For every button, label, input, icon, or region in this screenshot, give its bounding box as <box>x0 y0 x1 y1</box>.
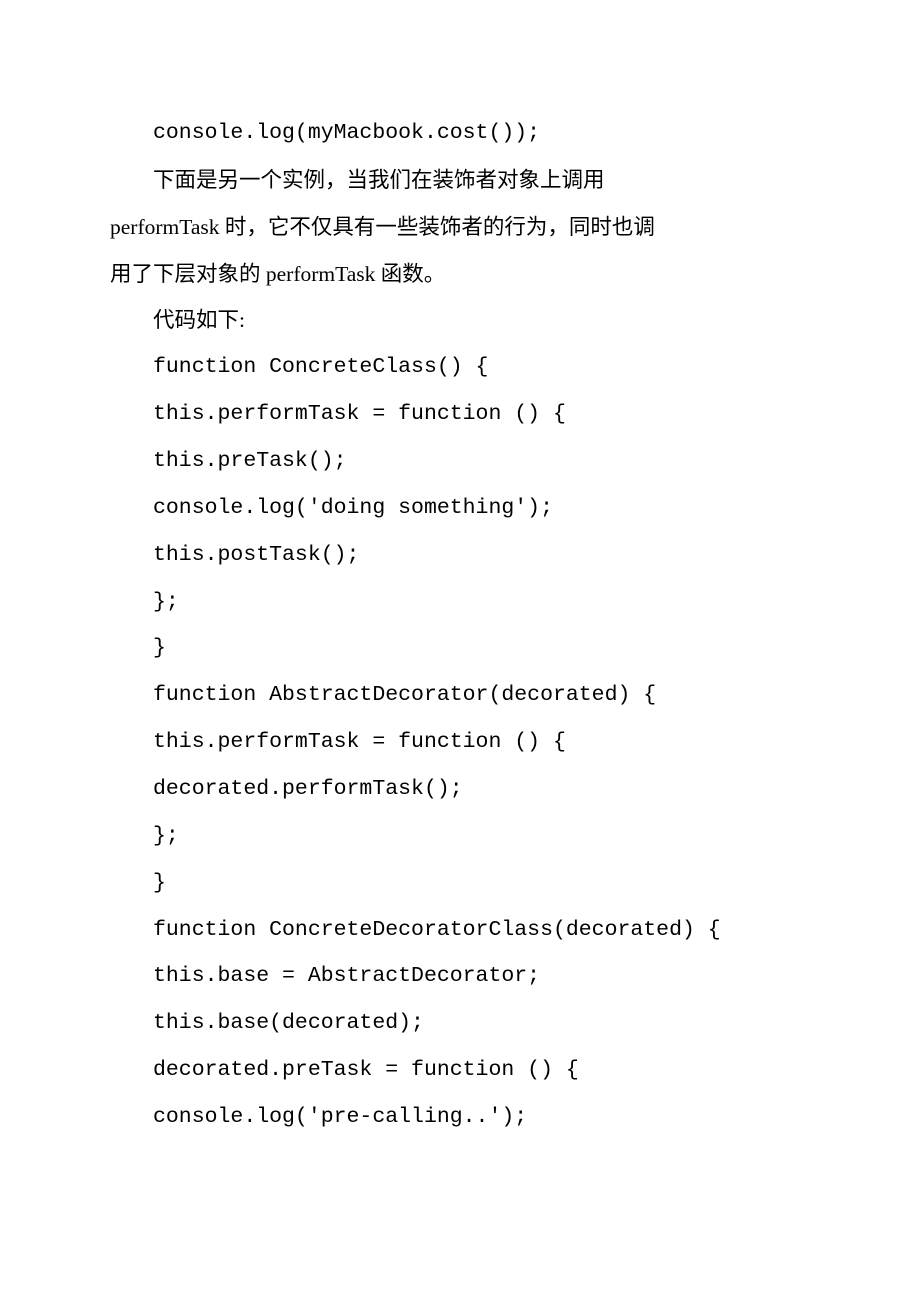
text-line: performTask 时，它不仅具有一些装饰者的行为，同时也调 <box>110 204 810 251</box>
code-line: console.log(myMacbook.cost()); <box>110 110 810 157</box>
code-line: }; <box>110 813 810 860</box>
code-line: function ConcreteClass() { <box>110 344 810 391</box>
code-line: } <box>110 625 810 672</box>
code-line: console.log('pre-calling..'); <box>110 1094 810 1141</box>
code-line: this.performTask = function () { <box>110 391 810 438</box>
text-line: 下面是另一个实例，当我们在装饰者对象上调用 <box>110 157 810 204</box>
code-line: } <box>110 860 810 907</box>
text-line: 代码如下: <box>110 297 810 344</box>
code-line: decorated.performTask(); <box>110 766 810 813</box>
code-line: function ConcreteDecoratorClass(decorate… <box>110 907 810 954</box>
document-body: console.log(myMacbook.cost()); 下面是另一个实例，… <box>110 110 810 1141</box>
code-line: this.base = AbstractDecorator; <box>110 953 810 1000</box>
text-line: 用了下层对象的 performTask 函数。 <box>110 251 810 298</box>
code-line: this.preTask(); <box>110 438 810 485</box>
code-line: }; <box>110 579 810 626</box>
code-line: function AbstractDecorator(decorated) { <box>110 672 810 719</box>
code-line: this.postTask(); <box>110 532 810 579</box>
code-line: console.log('doing something'); <box>110 485 810 532</box>
code-line: this.performTask = function () { <box>110 719 810 766</box>
code-line: decorated.preTask = function () { <box>110 1047 810 1094</box>
code-line: this.base(decorated); <box>110 1000 810 1047</box>
